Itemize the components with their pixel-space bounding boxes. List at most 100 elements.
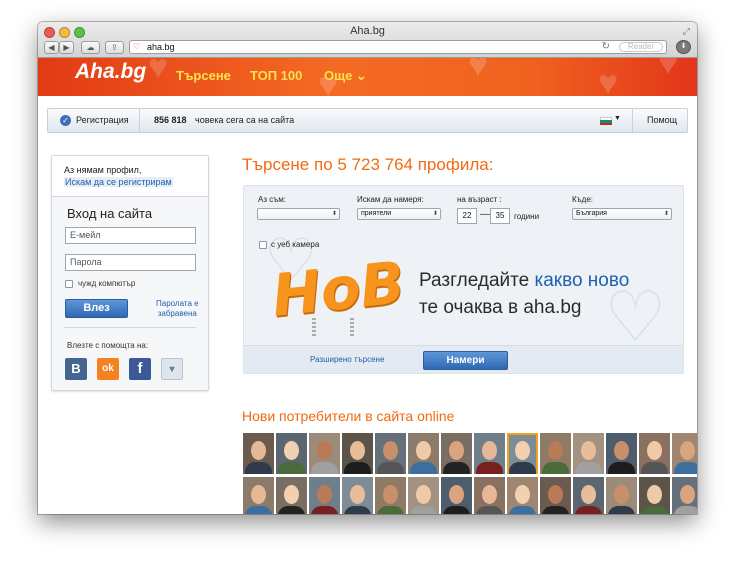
promo-line2: те очаква в aha.bg: [419, 297, 582, 318]
select-arrows-icon: ⬍: [432, 211, 438, 217]
user-photo[interactable]: [243, 477, 274, 514]
user-clothing: [410, 506, 437, 514]
reload-icon[interactable]: ↻: [602, 41, 610, 52]
reader-button[interactable]: Reader: [619, 42, 663, 52]
advanced-search-link[interactable]: Разширено търсене: [310, 355, 384, 364]
fullscreen-icon[interactable]: ⤢: [683, 26, 690, 37]
user-face: [548, 441, 563, 460]
user-photo[interactable]: [408, 433, 439, 474]
user-face: [482, 485, 497, 504]
register-link[interactable]: Регистрация: [76, 115, 129, 125]
user-photo[interactable]: [606, 433, 637, 474]
vk-login-button[interactable]: В: [65, 358, 87, 380]
more-social-button[interactable]: ▾: [161, 358, 183, 380]
user-photo[interactable]: [276, 433, 307, 474]
webcam-label: с уеб камера: [271, 240, 320, 249]
find-button[interactable]: Намери: [423, 351, 508, 370]
forgot-password-line2: забравена: [157, 309, 197, 318]
forward-button[interactable]: ▶: [59, 41, 74, 54]
icloud-tabs-button[interactable]: ☁: [81, 41, 100, 54]
age-label: на възраст :: [457, 195, 502, 204]
user-photo[interactable]: [540, 433, 571, 474]
promo-line1-highlight[interactable]: какво ново: [534, 270, 629, 291]
share-button[interactable]: ⇪: [105, 41, 124, 54]
user-clothing: [608, 506, 635, 514]
register-now-link[interactable]: Искам да се регистрирам: [64, 177, 173, 187]
user-photo[interactable]: [474, 433, 505, 474]
browser-window: Aha.bg ⤢ ◀ ▶ ☁ ⇪ ♡ aha.bg ↻ Reader ⬇ ♥ ♥…: [38, 22, 697, 514]
password-field[interactable]: Парола: [65, 254, 196, 271]
user-photo[interactable]: [309, 477, 340, 514]
chevron-down-icon[interactable]: ▼: [614, 115, 621, 122]
forgot-password-link[interactable]: Паролата е забравена: [156, 299, 199, 319]
age-from-input[interactable]: 22: [457, 208, 477, 224]
nav-top100[interactable]: ТОП 100: [250, 68, 302, 83]
user-photo[interactable]: [342, 433, 373, 474]
user-face: [482, 441, 497, 460]
user-photo[interactable]: [375, 477, 406, 514]
register-prompt: Аз нямам профил, Искам да се регистрирам: [52, 156, 208, 197]
where-value: България: [576, 210, 607, 217]
back-button[interactable]: ◀: [44, 41, 59, 54]
looking-for-select[interactable]: приятели ⬍: [357, 208, 441, 220]
where-select[interactable]: България ⬍: [572, 208, 672, 220]
user-clothing: [575, 506, 602, 514]
user-clothing: [443, 462, 470, 474]
site-logo[interactable]: Aha.bg: [75, 60, 146, 84]
address-bar[interactable]: ♡ aha.bg ↻ Reader: [129, 40, 667, 54]
select-arrows-icon: ⬍: [331, 211, 337, 217]
user-photo[interactable]: [573, 477, 604, 514]
user-face: [251, 485, 266, 504]
user-photo[interactable]: [606, 477, 637, 514]
user-photo[interactable]: [441, 477, 472, 514]
heart-decoration-icon: ♥: [148, 58, 169, 86]
divider: [632, 109, 633, 132]
user-photo[interactable]: [309, 433, 340, 474]
user-photo[interactable]: [639, 477, 670, 514]
user-photo[interactable]: [474, 477, 505, 514]
user-photo[interactable]: [540, 477, 571, 514]
webcam-checkbox[interactable]: [259, 241, 267, 249]
user-clothing: [509, 462, 536, 474]
info-bar: ✓ Регистрация 856 818 човека сега са на …: [47, 108, 688, 133]
nav-search[interactable]: Търсене: [176, 68, 231, 83]
foreign-pc-checkbox[interactable]: [65, 280, 73, 288]
divider: [64, 327, 196, 328]
nav-more[interactable]: Още ⌄: [324, 68, 367, 84]
user-photo[interactable]: [573, 433, 604, 474]
user-photo[interactable]: [672, 433, 697, 474]
user-photo[interactable]: [276, 477, 307, 514]
user-photo[interactable]: [639, 433, 670, 474]
user-photo[interactable]: [408, 477, 439, 514]
promo-line1-text: Разгледайте: [419, 270, 535, 291]
user-photo[interactable]: [672, 477, 697, 514]
looking-for-label: Искам да намеря:: [357, 195, 424, 204]
user-photo[interactable]: [507, 433, 538, 474]
user-photo[interactable]: [375, 433, 406, 474]
user-photo[interactable]: [243, 433, 274, 474]
user-photo[interactable]: [342, 477, 373, 514]
email-field[interactable]: Е-мейл: [65, 227, 196, 244]
user-clothing: [608, 462, 635, 474]
promo-big-word: НоВ: [268, 248, 408, 330]
help-link[interactable]: Помощ: [647, 115, 677, 125]
user-photo[interactable]: [507, 477, 538, 514]
downloads-button[interactable]: ⬇: [676, 40, 691, 54]
online-text: човека сега са на сайта: [195, 115, 295, 125]
user-clothing: [476, 506, 503, 514]
facebook-login-button[interactable]: f: [129, 358, 151, 380]
user-photo[interactable]: [441, 433, 472, 474]
age-to-input[interactable]: 35: [490, 208, 510, 224]
user-clothing: [443, 506, 470, 514]
bulgarian-flag-icon[interactable]: [600, 117, 612, 125]
login-button[interactable]: Влез: [65, 299, 128, 318]
checkmark-icon: ✓: [60, 115, 71, 126]
user-face: [680, 485, 695, 504]
online-title: Нови потребители в сайта online: [242, 408, 455, 424]
promo-line1: Разгледайте какво ново: [419, 270, 629, 292]
new-promo-graphic[interactable]: НоВ: [269, 248, 408, 338]
site-header: ♥ ♥ ♥ ♥ ♥ Aha.bg Търсене ТОП 100 Още ⌄: [38, 58, 697, 96]
odnoklassniki-login-button[interactable]: ok: [97, 358, 119, 380]
url-text[interactable]: aha.bg: [147, 42, 175, 52]
i-am-select[interactable]: ⬍: [257, 208, 340, 220]
